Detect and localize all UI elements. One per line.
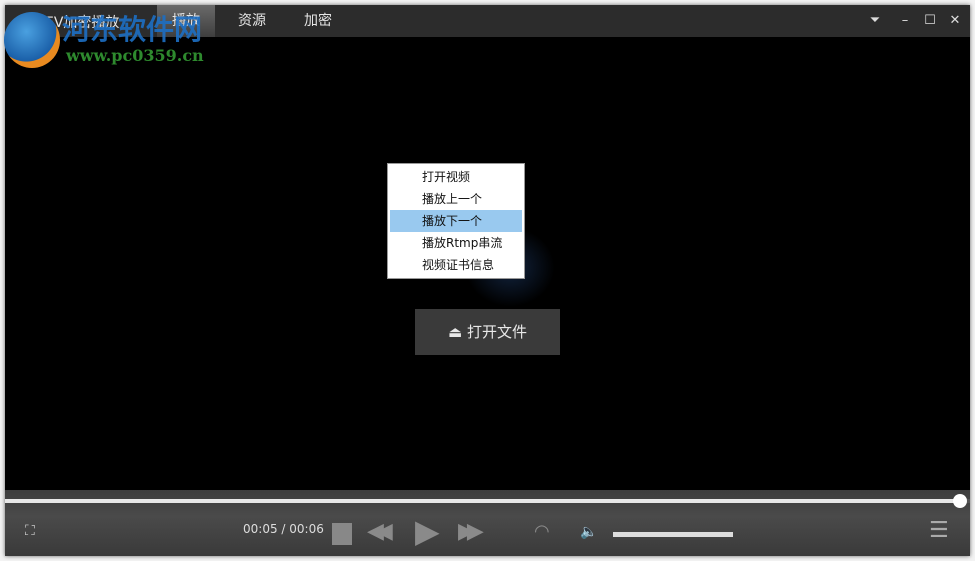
watermark-logo: [4, 12, 60, 68]
menu-item-open-video[interactable]: 打开视频: [390, 166, 522, 188]
volume-slider[interactable]: [613, 532, 733, 537]
stop-icon[interactable]: [332, 523, 352, 545]
current-time: 00:05: [243, 522, 278, 536]
volume-fill: [613, 532, 733, 537]
close-button[interactable]: ✕: [945, 11, 965, 31]
control-bar: ⛶ 00:05 / 00:06 ◀◀ ▶ ▶▶ ◠ 🔈 ☰: [5, 490, 970, 556]
fast-forward-icon[interactable]: ▶▶: [458, 519, 484, 544]
volume-icon[interactable]: 🔈: [580, 524, 597, 540]
tab-encrypt[interactable]: 加密: [289, 5, 347, 37]
menu-item-play-next[interactable]: 播放下一个: [390, 210, 522, 232]
menu-item-cert-info[interactable]: 视频证书信息: [390, 254, 522, 276]
play-icon[interactable]: ▶: [415, 512, 440, 550]
dropdown-menu-icon[interactable]: ⏷: [865, 11, 885, 31]
progress-knob[interactable]: [953, 494, 968, 508]
rewind-icon[interactable]: ◀◀: [367, 519, 393, 544]
open-file-button[interactable]: ⏏ 打开文件: [415, 309, 560, 355]
speed-icon[interactable]: ◠: [534, 521, 550, 542]
context-menu: 打开视频 播放上一个 播放下一个 播放Rtmp串流 视频证书信息: [387, 163, 525, 279]
player-window: EV加密播放 播放 资源 加密 ⏷ – ☐ ✕ 打开视频 播放上一个 播放下一个…: [5, 5, 970, 556]
tab-resources[interactable]: 资源: [223, 5, 281, 37]
fullscreen-icon[interactable]: ⛶: [25, 523, 35, 539]
menu-item-play-rtmp[interactable]: 播放Rtmp串流: [390, 232, 522, 254]
time-display: 00:05 / 00:06: [243, 522, 324, 536]
minimize-button[interactable]: –: [895, 11, 915, 31]
watermark-url: www.pc0359.cn: [66, 46, 204, 65]
total-time: 00:06: [289, 522, 324, 536]
open-file-label: 打开文件: [466, 323, 527, 341]
menu-item-play-previous[interactable]: 播放上一个: [390, 188, 522, 210]
maximize-button[interactable]: ☐: [920, 11, 940, 31]
playlist-icon[interactable]: ☰: [929, 518, 949, 543]
time-separator: /: [277, 522, 290, 536]
progress-bar[interactable]: [5, 494, 970, 508]
watermark-title: 河东软件网: [62, 13, 203, 46]
progress-fill: [5, 499, 961, 503]
eject-icon: ⏏: [448, 323, 467, 341]
